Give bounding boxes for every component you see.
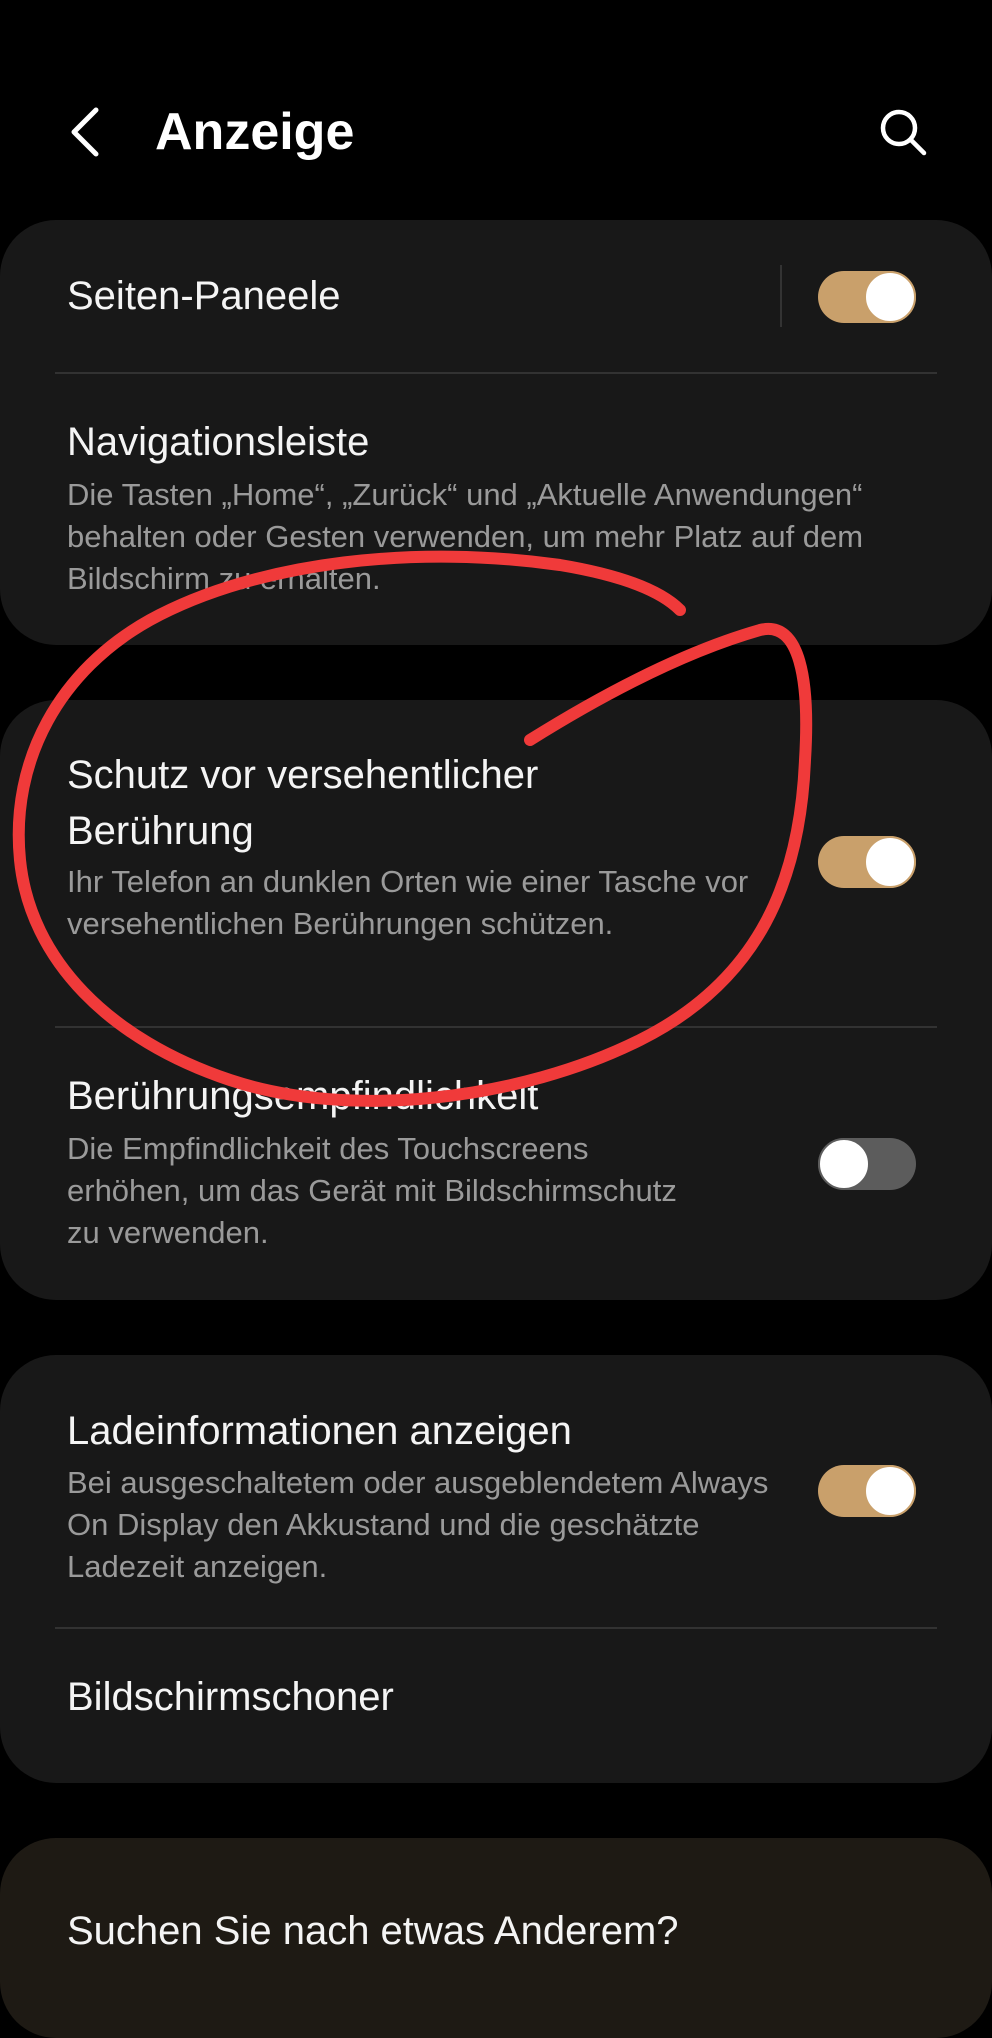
toggle-knob: [864, 1465, 916, 1517]
search-button[interactable]: [872, 100, 934, 164]
setting-side-panels[interactable]: Seiten-Paneele: [0, 220, 992, 370]
setting-description: Die Empfindlichkeit des Touchscreens erh…: [67, 1131, 677, 1250]
page-title: Anzeige: [155, 103, 355, 161]
setting-title: Bildschirmschoner: [67, 1675, 394, 1719]
vertical-separator: [780, 265, 782, 327]
touch-sensitivity-toggle[interactable]: [818, 1138, 916, 1190]
side-panels-toggle[interactable]: [818, 271, 916, 323]
search-icon: [880, 109, 927, 156]
looking-for-something-else-heading: Suchen Sie nach etwas Anderem?: [67, 1909, 679, 1953]
setting-touch-sensitivity[interactable]: Berührungsempfindlichkeit Die Empfindlic…: [0, 1028, 992, 1300]
chevron-left-icon: [71, 107, 99, 157]
toggle-knob: [818, 1138, 870, 1190]
setting-title: Ladeinformationen anzeigen: [67, 1409, 572, 1453]
setting-title: Navigationsleiste: [67, 420, 370, 464]
settings-card-1: Seiten-Paneele Navigationsleiste Die Tas…: [0, 220, 992, 645]
accidental-touch-toggle[interactable]: [818, 836, 916, 888]
toggle-knob: [864, 271, 916, 323]
setting-charging-info[interactable]: Ladeinformationen anzeigen Bei ausgescha…: [0, 1355, 992, 1627]
back-button[interactable]: [60, 100, 112, 164]
app-header: Anzeige: [0, 0, 992, 220]
setting-screensaver[interactable]: Bildschirmschoner: [0, 1629, 992, 1783]
setting-description: Ihr Telefon an dunklen Orten wie einer T…: [67, 864, 749, 941]
toggle-knob: [864, 836, 916, 888]
charging-info-toggle[interactable]: [818, 1465, 916, 1517]
settings-card-3: Ladeinformationen anzeigen Bei ausgescha…: [0, 1355, 992, 1783]
settings-card-2: Schutz vor versehentlicher Berührung Ihr…: [0, 700, 992, 1300]
setting-accidental-touch-protection[interactable]: Schutz vor versehentlicher Berührung Ihr…: [0, 700, 992, 1026]
setting-description: Bei ausgeschaltetem oder ausgeblendetem …: [67, 1465, 769, 1584]
setting-description: Die Tasten „Home“, „Zurück“ und „Aktuell…: [67, 477, 864, 596]
setting-title: Schutz vor versehentlicher Berührung: [67, 753, 539, 853]
setting-navigation-bar[interactable]: Navigationsleiste Die Tasten „Home“, „Zu…: [0, 374, 992, 645]
looking-for-something-else-card: Suchen Sie nach etwas Anderem?: [0, 1838, 992, 2038]
setting-title: Seiten-Paneele: [67, 274, 341, 318]
setting-title: Berührungsempfindlichkeit: [67, 1074, 539, 1118]
